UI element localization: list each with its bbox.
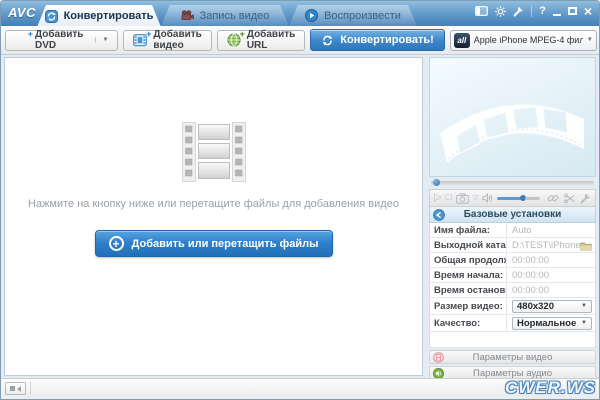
preview-film-reel-icon (432, 66, 592, 176)
link-chain-icon[interactable] (547, 192, 559, 204)
browse-folder-icon[interactable] (580, 241, 592, 251)
panel-toggle-icon[interactable] (475, 6, 488, 16)
toggle-list-view-button[interactable] (5, 382, 26, 395)
watermark: CWER.WS (505, 378, 596, 398)
add-url-button[interactable]: + Добавить URL (217, 30, 305, 51)
scissors-icon[interactable] (564, 193, 575, 204)
setting-row-filename: Имя файла: Auto (429, 223, 596, 238)
tab-record[interactable]: Запись видео (161, 5, 289, 26)
stop-button[interactable]: □ (446, 193, 452, 203)
help-button[interactable]: ? (539, 5, 546, 17)
start-time-value[interactable]: 00:00:00 (507, 268, 595, 282)
maximize-button[interactable] (568, 7, 577, 15)
tools-wrench-icon[interactable] (580, 193, 591, 204)
snapshot-camera-icon[interactable] (456, 193, 469, 204)
add-files-button[interactable]: + Добавить или перетащить файлы (95, 230, 333, 257)
setting-row-video-size: Размер видео: 480x320 ▼ (429, 298, 596, 315)
globe-icon: + (227, 33, 241, 47)
stop-time-value[interactable]: 00:00:00 (507, 283, 595, 297)
audio-params-label: Параметры аудио (473, 368, 552, 379)
controls-divider (531, 6, 532, 17)
collapse-arrow-icon (433, 209, 445, 221)
close-button[interactable]: × (584, 5, 592, 17)
file-list-drop-area[interactable]: Нажмите на кнопку ниже или перетащите фа… (4, 57, 423, 376)
tab-strip: Конвертировать Запись видео Воспроизвест… (37, 5, 417, 26)
app-logo: AVC (8, 5, 36, 20)
dvd-disc-icon: + (15, 33, 29, 47)
tab-record-label: Запись видео (200, 10, 270, 22)
gear-icon[interactable] (495, 6, 506, 17)
setting-row-output-dir: Выходной каталог: D:\TEST\iPhone (429, 238, 596, 253)
collapse-left-icon (17, 386, 21, 392)
volume-slider[interactable] (497, 195, 540, 201)
add-dvd-label: Добавить DVD (35, 29, 83, 51)
titlebar: AVC Конвертировать Запись видео (1, 1, 599, 26)
app-window: AVC Конвертировать Запись видео (0, 0, 600, 400)
snapshot-dropdown[interactable]: ▽ (473, 195, 478, 202)
setting-row-duration: Общая продолжительность: 00:00:00 (429, 253, 596, 268)
dvd-dropdown-caret[interactable]: ▼ (95, 37, 108, 43)
speaker-icon[interactable] (482, 193, 493, 203)
preset-caret: ▼ (587, 37, 593, 43)
seek-thumb[interactable] (433, 179, 440, 186)
quality-select[interactable]: Нормальное ▼ (512, 317, 592, 330)
video-params-label: Параметры видео (473, 352, 553, 363)
right-panel: ▷ □ ▽ (429, 57, 596, 380)
wrench-icon[interactable] (513, 6, 524, 17)
preset-value: Apple iPhone MPEG-4 фильм (*.mp4) (474, 35, 583, 45)
preset-dropdown[interactable]: all Apple iPhone MPEG-4 фильм (*.mp4) ▼ (450, 30, 597, 51)
quality-caret: ▼ (581, 320, 587, 326)
toolbar: + Добавить DVD ▼ + Добавить видео (1, 26, 599, 55)
tab-play[interactable]: Воспроизвести (289, 5, 417, 26)
seek-track[interactable] (431, 181, 594, 185)
setting-row-start-time: Время начала: 00:00:00 (429, 268, 596, 283)
tab-play-label: Воспроизвести (324, 10, 401, 22)
play-circle-icon (305, 9, 318, 22)
statusbar-divider (30, 382, 31, 395)
all-profiles-badge: all (454, 33, 470, 48)
setting-row-quality: Качество: Нормальное ▼ (429, 315, 596, 332)
settings-spacer (429, 332, 596, 348)
grid-view-icon (10, 386, 15, 391)
video-size-caret: ▼ (581, 303, 587, 309)
filename-value[interactable]: Auto (507, 223, 595, 237)
duration-value: 00:00:00 (507, 253, 595, 267)
video-size-select[interactable]: 480x320 ▼ (512, 300, 592, 313)
camcorder-icon (181, 9, 194, 22)
plus-circle-icon: + (109, 236, 124, 251)
basic-settings-title: Базовые установки (464, 209, 562, 220)
window-controls: ? × (475, 5, 592, 17)
video-params-header[interactable]: Параметры видео (429, 350, 596, 364)
player-controls: ▷ □ ▽ (429, 189, 596, 207)
seek-bar[interactable] (429, 177, 596, 189)
add-video-icon: + (133, 33, 147, 47)
basic-settings-header[interactable]: Базовые установки (429, 207, 596, 223)
add-video-label: Добавить видео (153, 29, 201, 51)
add-video-button[interactable]: + Добавить видео (123, 30, 211, 51)
play-button[interactable]: ▷ (434, 193, 442, 203)
output-dir-value[interactable]: D:\TEST\iPhone (507, 238, 580, 252)
add-files-label: Добавить или перетащить файлы (132, 238, 319, 250)
tab-convert-label: Конвертировать (64, 10, 154, 22)
add-url-label: Добавить URL (247, 29, 295, 51)
minimize-button[interactable] (553, 14, 561, 16)
tab-convert[interactable]: Конвертировать (37, 5, 161, 27)
convert-arrows-icon (321, 34, 334, 47)
film-strip-icon (182, 122, 246, 182)
setting-row-stop-time: Время остановки: 00:00:00 (429, 283, 596, 298)
add-dvd-button[interactable]: + Добавить DVD ▼ (5, 30, 118, 51)
drop-hint-text: Нажмите на кнопку ниже или перетащите фа… (5, 198, 422, 210)
convert-tab-icon (45, 10, 58, 23)
preview-area (429, 57, 596, 177)
video-params-icon (433, 352, 444, 363)
convert-button-label: Конвертировать! (340, 34, 434, 46)
convert-button[interactable]: Конвертировать! (310, 29, 445, 51)
